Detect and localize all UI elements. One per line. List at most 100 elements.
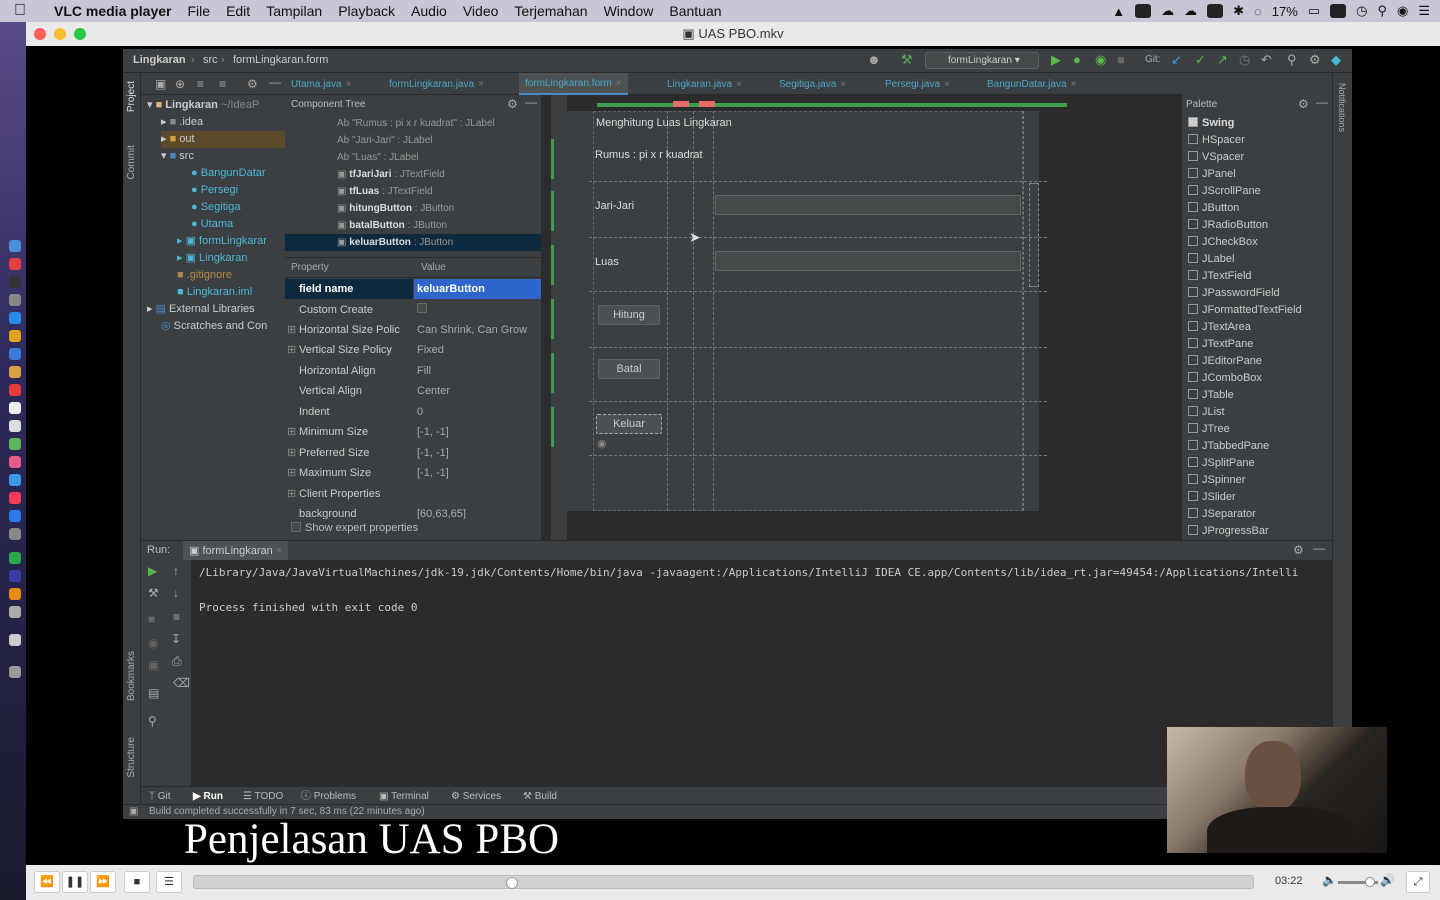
minimize-window-button[interactable] [54,28,66,40]
component-item[interactable]: ▣ tfJariJari : JTextField [337,166,445,183]
property-background[interactable]: background [60,63,65] [285,504,541,519]
palette-item[interactable]: JScrollPane [1188,183,1261,200]
layout-icon[interactable]: ▤ [148,686,159,700]
palette-item[interactable]: JCheckBox [1188,234,1258,251]
batal-button[interactable]: Batal [598,359,660,379]
mail-icon[interactable] [1207,4,1224,18]
volume-knob[interactable] [1365,877,1375,887]
app-icon[interactable] [9,276,21,288]
menu-playback[interactable]: Playback [338,3,395,19]
tree-item-scratches[interactable]: ◎ Scratches and Con [161,318,267,335]
notes-icon[interactable] [9,402,21,414]
build-hammer-icon[interactable]: ⚒ [901,52,913,68]
property-indent[interactable]: Indent 0 [285,402,541,422]
menu-audio[interactable]: Audio [411,3,447,19]
property-value[interactable]: [60,63,65] [417,504,466,519]
console-output[interactable]: /Library/Java/JavaVirtualMachines/jdk-19… [191,560,1332,786]
close-tab-icon[interactable]: × [276,545,282,557]
property-preferred-size[interactable]: ⊞ Preferred Size [-1, -1] [285,443,541,463]
form-designer[interactable]: Menghitung Luas Lingkaran Rumus : pi x r… [541,95,1181,540]
vlc-icon[interactable] [9,588,21,600]
maps-icon[interactable] [9,438,21,450]
breadcrumb-project[interactable]: Lingkaran [133,54,186,66]
keluar-button[interactable]: Keluar [596,414,662,434]
palette-item[interactable]: JButton [1188,200,1239,217]
wrench-icon[interactable]: ⚒ [148,586,159,600]
folder-icon[interactable] [9,634,21,646]
palette-item[interactable]: JPasswordField [1188,285,1280,302]
hide-icon[interactable]: — [1316,95,1328,109]
menu-bantuan[interactable]: Bantuan [669,3,721,19]
palette-item[interactable]: JList [1188,404,1225,421]
run-icon[interactable]: ▶ [1051,52,1061,68]
component-item[interactable]: Ab "Rumus : pi x r kuadrat" : JLabel [337,115,495,132]
component-item[interactable]: Ab "Jari-Jari" : JLabel [337,132,432,149]
notifications-tool-tab[interactable]: Notifications [1337,83,1347,132]
stop-button[interactable]: ■ [124,871,150,893]
soft-wrap-icon[interactable]: ≡ [173,610,180,624]
form-title-label[interactable]: Menghitung Luas Lingkaran [596,117,732,129]
property-value[interactable]: [-1, -1] [417,422,449,442]
tree-item-external-libraries[interactable]: ▸ ▤ External Libraries [147,301,255,318]
component-item[interactable]: ▣ tfLuas : JTextField [337,183,433,200]
palette-item[interactable]: HSpacer [1188,132,1245,149]
tree-item-iml[interactable]: ■ Lingkaran.iml [177,284,252,301]
status-app-icon[interactable] [1135,4,1152,18]
run-config-tab[interactable]: ▣ formLingkaran × [183,541,289,561]
clock-icon[interactable]: ◷ [1356,3,1367,19]
locate-icon[interactable]: ⊕ [175,77,185,91]
seek-knob[interactable] [506,877,519,889]
palette-item[interactable]: JTabbedPane [1188,438,1269,455]
hitung-button[interactable]: Hitung [598,305,660,325]
git-commit-icon[interactable]: ✓ [1195,52,1206,68]
gear-icon[interactable]: ⚙ [1298,97,1309,111]
calendar-icon[interactable] [9,384,21,396]
expand-icon[interactable]: ⊞ [287,320,296,340]
search-icon[interactable]: ⚲ [1287,52,1297,68]
tree-item-utama[interactable]: ● Utama [191,216,233,233]
finder-icon[interactable] [9,240,21,252]
battery-icon[interactable]: ▭ [1308,3,1320,19]
menu-edit[interactable]: Edit [226,3,250,19]
property-value[interactable]: Fixed [417,340,444,360]
debug-icon[interactable]: ● [1073,52,1081,67]
palette-item[interactable]: JProgressBar [1188,523,1269,540]
app-icon[interactable] [9,420,21,432]
search-icon[interactable]: ⚲ [1377,3,1387,19]
stop-icon[interactable]: ■ [1117,52,1125,67]
siri-icon[interactable]: ◉ [1397,3,1408,19]
palette-item[interactable]: VSpacer [1188,149,1244,166]
ide-logo-icon[interactable]: ◆ [1331,52,1341,68]
vlc-cone-icon[interactable]: ▲ [1112,4,1125,19]
control-center-icon[interactable]: ☰ [1418,3,1430,19]
property-vertical-align[interactable]: Vertical Align Center [285,381,541,401]
menu-terjemahan[interactable]: Terjemahan [514,3,587,19]
structure-tool-tab[interactable]: Structure [126,737,137,778]
rewind-button[interactable]: ⏪ [34,871,60,893]
video-frame[interactable]: Lingkaran › src › formLingkaran.form ☻ ⚒… [123,49,1352,819]
print-icon[interactable]: ⎙ [172,654,182,669]
close-tab-icon[interactable]: × [478,79,484,90]
palette-item[interactable]: JPanel [1188,166,1236,183]
close-window-button[interactable] [34,28,46,40]
music-icon[interactable] [9,492,21,504]
trash-icon[interactable] [9,666,21,678]
palette-item[interactable]: JTextArea [1188,319,1251,336]
app-menu[interactable]: VLC media player [54,3,172,19]
property-maximum-size[interactable]: ⊞ Maximum Size [-1, -1] [285,463,541,483]
bluetooth-icon[interactable]: ✱ [1233,3,1244,19]
tree-item-gitignore[interactable]: ■ .gitignore [177,267,232,284]
commit-tool-tab[interactable]: Commit [126,145,137,179]
tab-lingkaran-java[interactable]: Lingkaran.java × [667,75,742,95]
jari-jari-label[interactable]: Jari-Jari [595,200,634,212]
rerun-icon[interactable]: ▶ [148,564,157,578]
app-icon[interactable] [9,552,21,564]
cloud-icon[interactable]: ☁ [1161,3,1174,19]
collapse-icon[interactable]: ≡ [219,77,226,91]
tree-item-src[interactable]: ▾ ■ src [161,148,194,165]
menu-video[interactable]: Video [463,3,499,19]
trash-icon[interactable]: ⌫ [173,676,190,690]
expand-icon[interactable]: ⊞ [287,422,296,442]
palette-item[interactable]: JLabel [1188,251,1234,268]
property-vertical-size-policy[interactable]: ⊞ Vertical Size Policy Fixed [285,340,541,360]
